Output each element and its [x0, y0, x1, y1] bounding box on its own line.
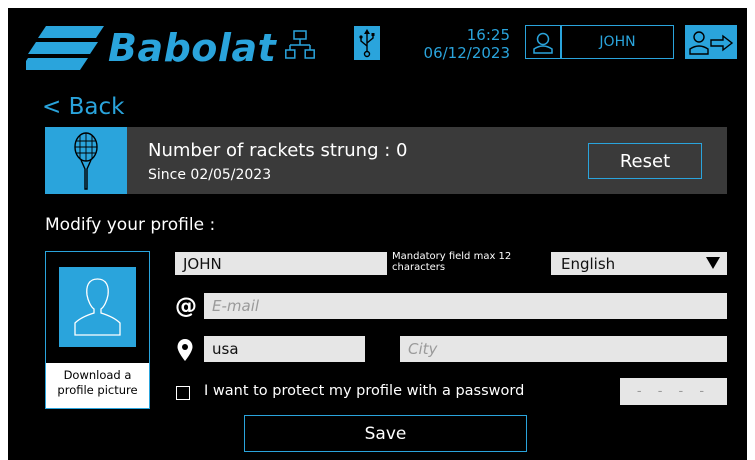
racket-icon — [74, 132, 98, 190]
language-select[interactable]: English — [551, 252, 727, 275]
reset-button[interactable]: Reset — [588, 143, 702, 179]
password-checkbox[interactable] — [176, 386, 190, 400]
logo-text: Babolat — [108, 26, 277, 70]
clock: 16:25 06/12/2023 — [406, 26, 510, 62]
password-input[interactable]: - - - - — [620, 378, 727, 405]
city-input[interactable]: City — [400, 336, 727, 362]
device-screen: Babolat 16:25 06/12/2023 JOHN < Back Num… — [8, 8, 747, 460]
location-pin-icon — [177, 339, 193, 361]
avatar — [59, 267, 136, 347]
name-input[interactable]: JOHN — [175, 252, 387, 275]
racket-tile — [45, 127, 127, 194]
person-silhouette-icon — [74, 278, 121, 336]
current-user-box[interactable]: JOHN — [525, 25, 674, 59]
back-link[interactable]: < Back — [42, 94, 124, 120]
date-text: 06/12/2023 — [423, 44, 510, 62]
profile-picture-label: Download a profile picture — [46, 363, 149, 408]
logout-icon — [689, 31, 734, 55]
logout-button[interactable] — [685, 25, 737, 59]
section-title: Modify your profile : — [45, 215, 216, 235]
password-checkbox-label: I want to protect my profile with a pass… — [204, 383, 525, 399]
logo-mark-icon — [26, 26, 104, 70]
user-name: JOHN — [599, 34, 636, 50]
name-hint: Mandatory field max 12 characters — [392, 251, 512, 273]
babolat-logo: Babolat — [26, 24, 276, 72]
picture-label-line2: profile picture — [57, 383, 138, 397]
stats-panel: Number of rackets strung : 0 Since 02/05… — [45, 127, 727, 194]
network-icon[interactable] — [285, 30, 315, 60]
at-icon: @ — [175, 294, 197, 319]
picture-label-line1: Download a — [63, 368, 132, 382]
dropdown-arrow-icon — [706, 257, 720, 269]
profile-picture-button[interactable]: Download a profile picture — [45, 251, 150, 409]
rackets-strung-count: Number of rackets strung : 0 — [148, 140, 408, 161]
user-icon — [533, 32, 553, 54]
time-text: 16:25 — [466, 26, 510, 44]
save-button[interactable]: Save — [244, 415, 527, 452]
country-input[interactable]: usa — [204, 336, 365, 362]
since-date: Since 02/05/2023 — [148, 167, 272, 183]
language-value: English — [561, 254, 616, 273]
usb-icon[interactable] — [354, 26, 380, 60]
email-input[interactable]: E-mail — [204, 293, 727, 319]
